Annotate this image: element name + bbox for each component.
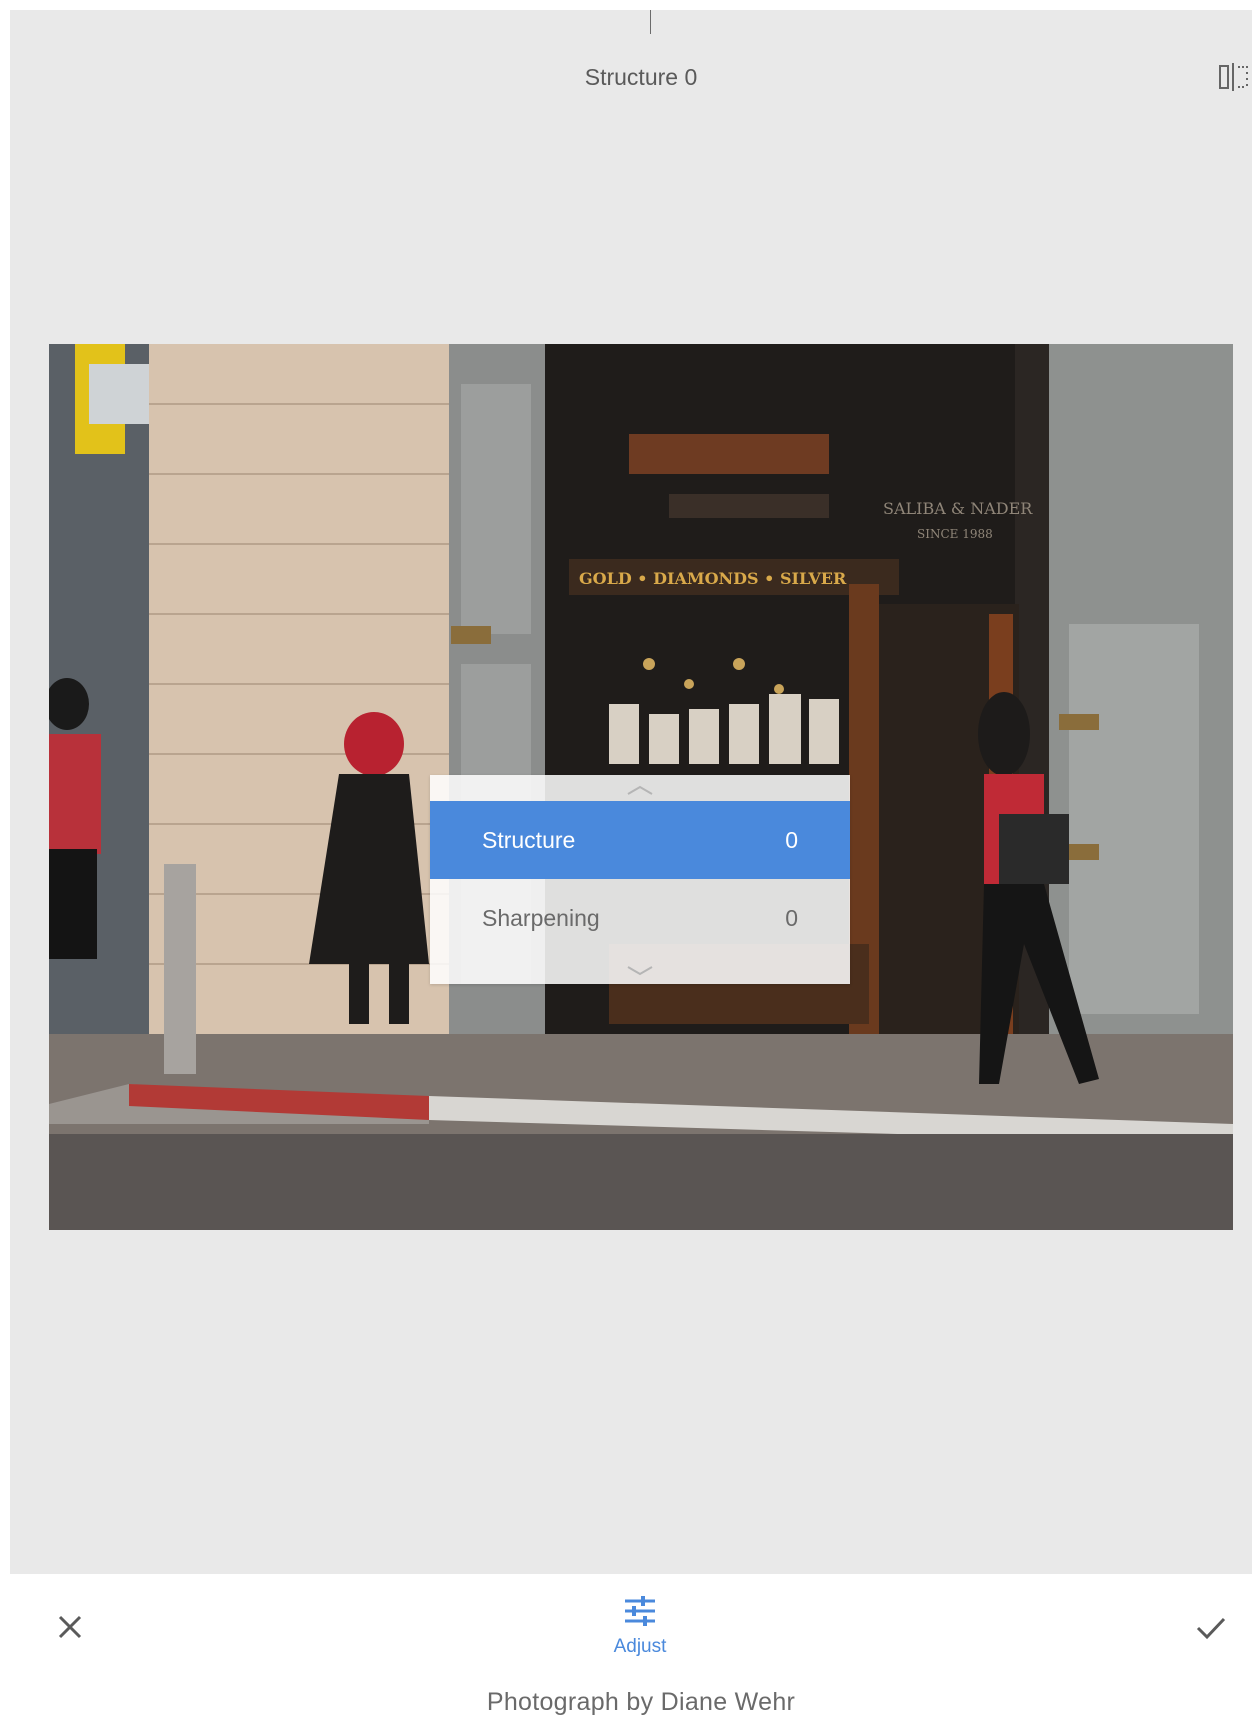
photo-credit: Photograph by Diane Wehr <box>486 1688 796 1716</box>
close-icon[interactable] <box>54 1611 86 1643</box>
page-title: Structure 0 <box>584 64 698 90</box>
menu-item-sharpening[interactable]: Sharpening 0 <box>430 879 850 957</box>
compare-icon[interactable] <box>1218 62 1252 92</box>
store-since-text: SINCE 1988 <box>917 527 993 541</box>
store-sign-text: GOLD • DIAMONDS • SILVER <box>579 569 847 588</box>
menu-item-label: Structure <box>482 826 576 853</box>
chevron-up-icon[interactable] <box>430 779 850 801</box>
slider-indicator[interactable] <box>650 10 651 34</box>
menu-item-label: Sharpening <box>482 904 600 931</box>
chevron-down-icon[interactable] <box>430 960 850 982</box>
adjust-label: Adjust <box>613 1636 667 1657</box>
store-name-text: SALIBA & NADER <box>883 499 1033 518</box>
menu-item-value: 0 <box>785 904 798 931</box>
bottom-toolbar: Adjust <box>0 1575 1252 1675</box>
adjust-menu[interactable]: Structure 0 Sharpening 0 <box>430 775 850 984</box>
menu-item-structure[interactable]: Structure 0 <box>430 801 850 879</box>
adjust-tool-button[interactable]: Adjust <box>590 1595 690 1667</box>
menu-item-value: 0 <box>785 826 798 853</box>
sliders-icon <box>625 1596 655 1626</box>
checkmark-icon[interactable] <box>1194 1611 1228 1643</box>
